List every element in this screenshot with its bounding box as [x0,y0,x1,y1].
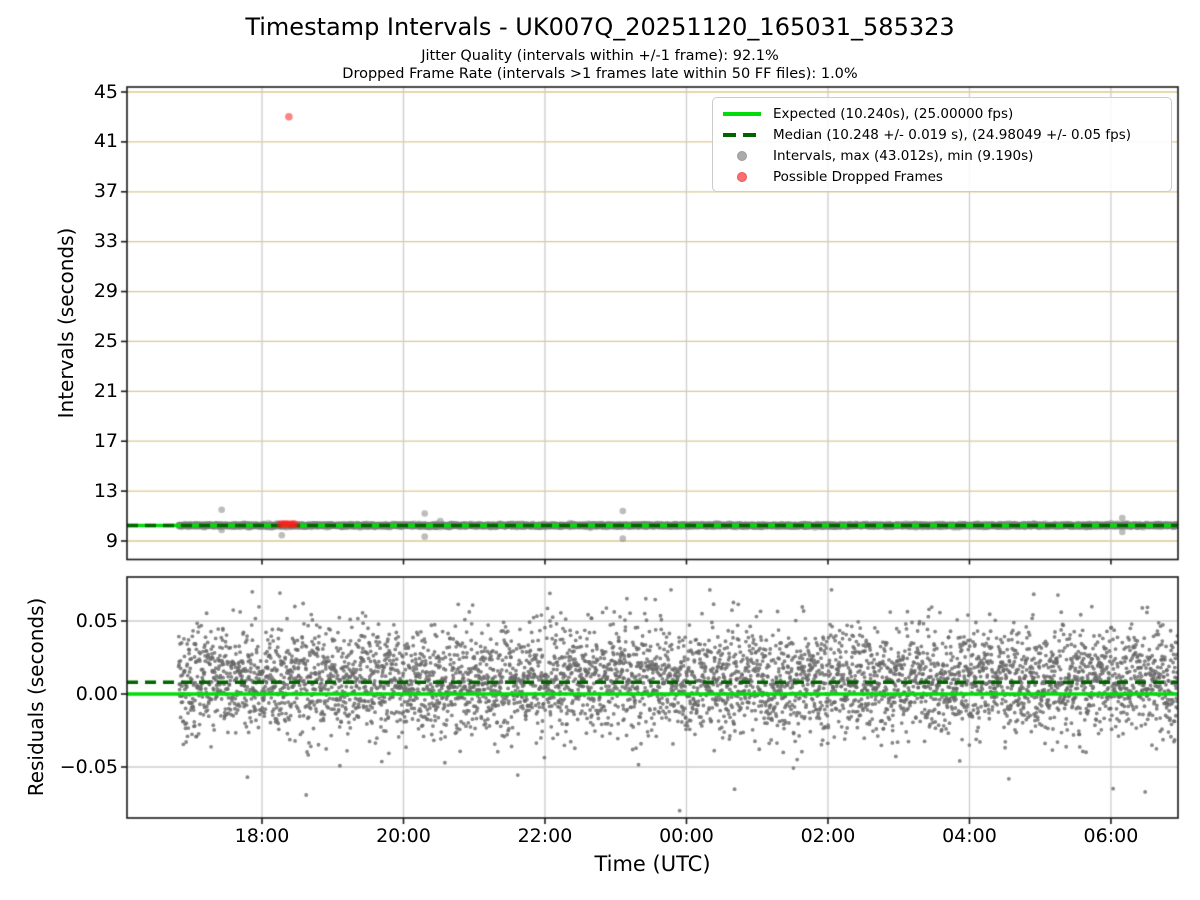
legend-label-median: Median (10.248 +/- 0.019 s), (24.98049 +… [773,126,1132,143]
intervals-y-tick: 13 [93,479,118,502]
dropped-frame-rate-subtitle: Dropped Frame Rate (intervals >1 frames … [342,66,858,82]
legend-label-dropped: Possible Dropped Frames [773,168,943,185]
intervals-y-tick: 25 [93,329,118,352]
intervals-y-tick: 29 [93,280,118,303]
figure-title: Timestamp Intervals - UK007Q_20251120_16… [245,13,955,41]
residuals-y-tick: 0.05 [75,609,118,632]
residuals-y-tick: 0.00 [75,682,118,705]
legend-label-expected: Expected (10.240s), (25.00000 fps) [773,105,1014,122]
legend-row-intervals: Intervals, max (43.012s), min (9.190s) [723,145,1163,166]
intervals-y-tick: 37 [93,180,118,203]
dashed-darkgreen-line-icon [723,132,761,137]
time-x-tick: 04:00 [942,825,997,847]
legend-row-dropped: Possible Dropped Frames [723,166,1163,187]
time-x-tick: 06:00 [1083,825,1139,847]
legend-label-intervals: Intervals, max (43.012s), min (9.190s) [773,147,1034,164]
time-x-axis-label: Time (UTC) [594,852,711,876]
legend-row-median: Median (10.248 +/- 0.019 s), (24.98049 +… [723,124,1163,145]
expected-line-sample [723,111,761,116]
intervals-y-tick: 21 [93,379,118,402]
time-x-tick: 18:00 [234,825,290,847]
red-dot-icon [737,171,747,182]
residuals-y-tick: −0.05 [59,755,118,778]
time-x-tick: 02:00 [800,825,856,847]
intervals-y-tick: 45 [93,80,118,103]
time-x-tick: 00:00 [659,825,714,847]
intervals-marker-sample [723,150,761,161]
dropped-marker-sample [723,171,761,182]
timestamp-intervals-figure: Timestamp Intervals - UK007Q_20251120_16… [0,0,1200,900]
legend-row-expected: Expected (10.240s), (25.00000 fps) [723,103,1163,124]
jitter-quality-subtitle: Jitter Quality (intervals within +/-1 fr… [421,48,779,64]
solid-green-line-icon [723,111,761,116]
intervals-y-tick: 9 [105,529,118,552]
intervals-y-tick: 33 [93,230,118,253]
intervals-y-tick: 17 [93,429,118,452]
gray-dot-icon [737,150,747,161]
intervals-y-tick: 41 [93,130,118,153]
legend-box: Expected (10.240s), (25.00000 fps) Media… [712,97,1172,192]
median-line-sample [723,132,761,137]
time-x-tick: 22:00 [517,825,573,847]
time-x-tick: 20:00 [376,825,431,847]
